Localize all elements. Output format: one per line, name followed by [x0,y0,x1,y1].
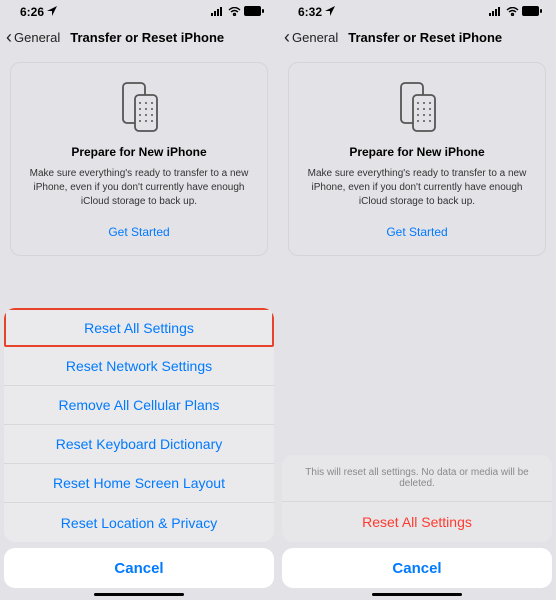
back-button[interactable]: General [292,30,338,45]
phones-icon [395,81,439,133]
prepare-title: Prepare for New iPhone [23,145,255,159]
prepare-description: Make sure everything's ready to transfer… [23,167,255,209]
option-reset-network-settings[interactable]: Reset Network Settings [4,347,274,386]
status-time: 6:32 [298,5,322,19]
action-sheet: Reset All Settings Reset Network Setting… [0,308,278,600]
prepare-card: Prepare for New iPhone Make sure everyth… [288,62,546,256]
option-remove-all-cellular-plans[interactable]: Remove All Cellular Plans [4,386,274,425]
cancel-button[interactable]: Cancel [282,548,552,588]
home-indicator[interactable] [94,593,184,596]
phones-icon [117,81,161,133]
page-title: Transfer or Reset iPhone [348,30,502,45]
get-started-link[interactable]: Get Started [23,225,255,239]
option-reset-keyboard-dictionary[interactable]: Reset Keyboard Dictionary [4,425,274,464]
confirm-action-sheet: This will reset all settings. No data or… [278,455,556,600]
page-title: Transfer or Reset iPhone [70,30,224,45]
signal-icon [489,5,503,19]
cancel-button[interactable]: Cancel [4,548,274,588]
nav-bar: ‹ General Transfer or Reset iPhone [278,20,556,54]
back-chevron-icon[interactable]: ‹ [6,27,12,48]
status-bar: 6:26 [0,0,278,20]
battery-icon [244,5,264,19]
screen-confirm-reset: 6:32 ‹ General Transfer or Reset iPhone [278,0,556,600]
battery-icon [522,5,542,19]
location-icon [47,5,57,19]
back-button[interactable]: General [14,30,60,45]
confirm-reset-button[interactable]: Reset All Settings [282,502,552,542]
option-reset-all-settings[interactable]: Reset All Settings [4,308,274,347]
option-reset-location-privacy[interactable]: Reset Location & Privacy [4,503,274,542]
back-chevron-icon[interactable]: ‹ [284,27,290,48]
get-started-link[interactable]: Get Started [301,225,533,239]
wifi-icon [228,5,241,19]
prepare-title: Prepare for New iPhone [301,145,533,159]
location-icon [325,5,335,19]
home-indicator[interactable] [372,593,462,596]
prepare-description: Make sure everything's ready to transfer… [301,167,533,209]
signal-icon [211,5,225,19]
status-time: 6:26 [20,5,44,19]
wifi-icon [506,5,519,19]
option-reset-home-screen-layout[interactable]: Reset Home Screen Layout [4,464,274,503]
confirm-message: This will reset all settings. No data or… [282,455,552,502]
nav-bar: ‹ General Transfer or Reset iPhone [0,20,278,54]
prepare-card: Prepare for New iPhone Make sure everyth… [10,62,268,256]
screen-reset-options: 6:26 ‹ General Transfer or Reset iPhone [0,0,278,600]
status-bar: 6:32 [278,0,556,20]
